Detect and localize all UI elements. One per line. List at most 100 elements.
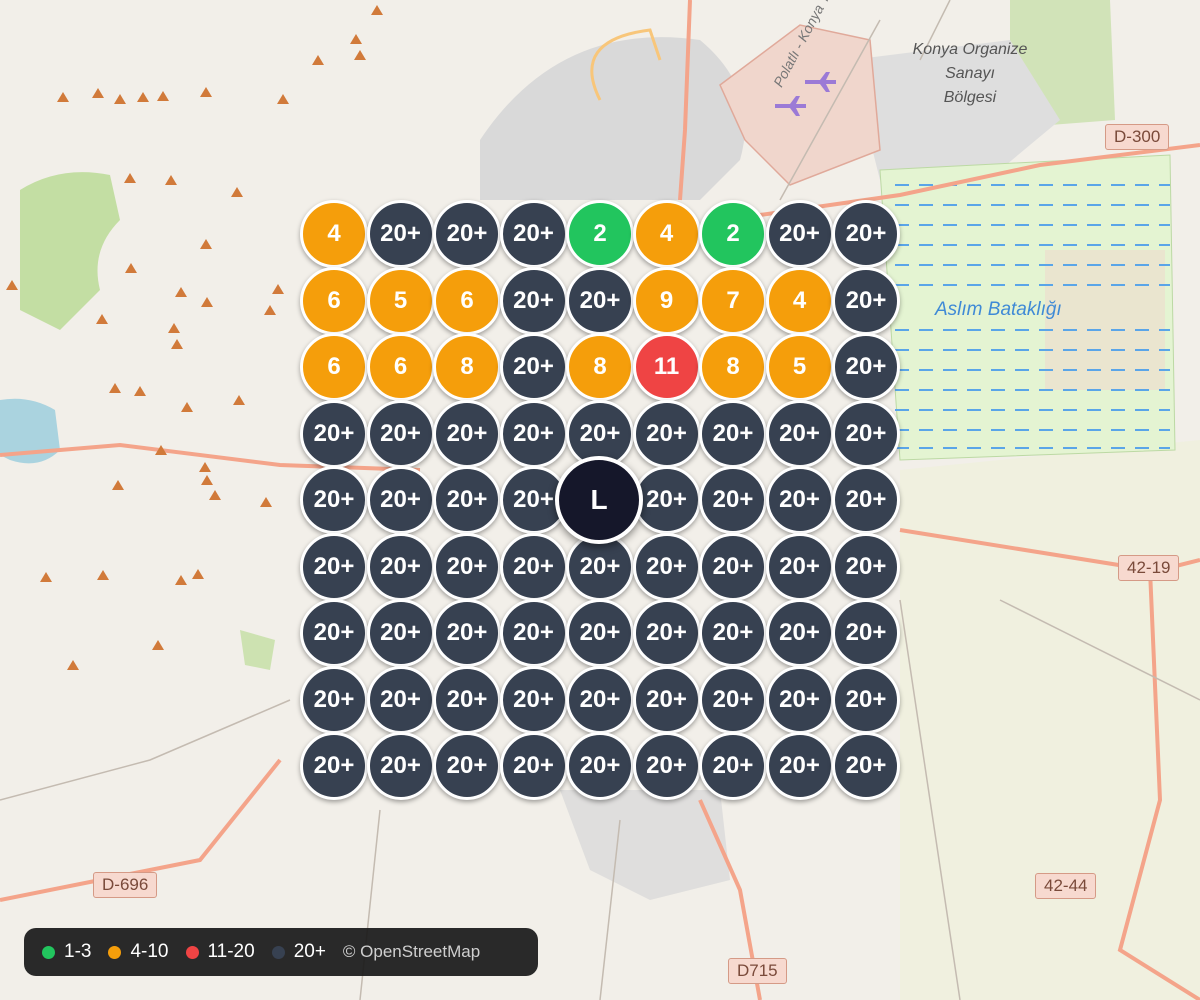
rank-pin[interactable]: 20+ [300,732,368,800]
rank-pin[interactable]: 20+ [832,532,900,601]
rank-pin[interactable]: 6 [433,266,501,335]
rank-pin[interactable]: 20+ [499,266,568,335]
rank-pin[interactable]: 20+ [699,599,767,667]
rank-pin-value: 20+ [579,286,621,314]
rank-pin[interactable]: 20+ [499,333,568,401]
rank-pin[interactable]: 8 [433,333,501,401]
rank-pin[interactable]: 8 [699,333,767,401]
rank-pin[interactable]: 20+ [632,532,701,601]
rank-pin[interactable]: 20+ [366,399,435,468]
rank-pin[interactable]: 20+ [699,665,767,734]
rank-pin[interactable]: 20+ [300,599,368,667]
rank-pin[interactable]: 20+ [366,599,435,667]
rank-pin[interactable]: 20+ [566,266,634,335]
rank-pin[interactable]: 20+ [300,399,368,468]
rank-pin-value: 20+ [845,220,887,247]
rank-pin[interactable]: 20+ [366,200,435,268]
rank-pin[interactable]: 20+ [433,200,501,268]
rank-pin[interactable]: 20+ [765,665,834,734]
rank-pin[interactable]: 20+ [366,466,435,534]
rank-pin[interactable]: 4 [765,266,834,335]
rank-pin-value: 9 [659,286,674,314]
center-pin-label: L [590,484,608,515]
rank-pin[interactable]: 20+ [832,599,900,667]
rank-pin-value: 20+ [779,552,820,580]
center-location-pin[interactable]: L [555,456,643,544]
rank-pin-value: 20+ [646,419,687,447]
rank-pin[interactable]: 20+ [300,466,368,534]
rank-pin-value: 20+ [712,752,754,779]
rank-pin[interactable]: 20+ [566,665,634,734]
rank-pin-value: 8 [593,353,607,380]
legend: 1-3 4-10 11-20 20+ © OpenStreetMap [24,928,538,976]
rank-pin[interactable]: 20+ [499,732,568,800]
legend-label: 11-20 [207,941,255,962]
rank-pin[interactable]: 20+ [832,266,900,335]
rank-pin[interactable]: 11 [632,333,701,401]
rank-pin[interactable]: 20+ [699,732,767,800]
rank-pin-value: 20+ [712,685,754,713]
rank-pin[interactable]: 20+ [366,732,435,800]
rank-pin[interactable]: 20+ [433,399,501,468]
rank-pin[interactable]: 20+ [499,200,568,268]
rank-pin[interactable]: 20+ [632,665,701,734]
rank-pin[interactable]: 20+ [765,532,834,601]
rank-pin[interactable]: 20+ [499,665,568,734]
rank-pin-value: 20+ [380,552,421,580]
rank-pin-value: 20+ [845,353,887,380]
rank-pin[interactable]: 20+ [566,732,634,800]
rank-pin-value: 20+ [845,685,887,713]
rank-pin[interactable]: 20+ [632,399,701,468]
rank-pin[interactable]: 20+ [433,466,501,534]
rank-pin[interactable]: 20+ [765,200,834,268]
rank-pin[interactable]: 20+ [433,599,501,667]
rank-pin-value: 20+ [513,685,554,713]
rank-pin[interactable]: 20+ [433,732,501,800]
rank-pin[interactable]: 4 [300,200,368,268]
rank-pin[interactable]: 20+ [832,333,900,401]
rank-pin-value: 20+ [779,486,820,513]
rank-pin[interactable]: 4 [632,200,701,268]
rank-pin[interactable]: 20+ [765,466,834,534]
rank-pin[interactable]: 20+ [832,466,900,534]
rank-pin-value: 20+ [380,752,421,779]
rank-pin-value: 20+ [513,220,554,247]
rank-pin-value: 20+ [779,752,820,779]
rank-pin[interactable]: 20+ [300,665,368,734]
rank-pin[interactable]: 20+ [433,665,501,734]
rank-pin[interactable]: 20+ [699,466,767,534]
rank-pin[interactable]: 20+ [566,599,634,667]
rank-pin[interactable]: 2 [699,200,767,268]
rank-pin[interactable]: 20+ [499,599,568,667]
rank-pin[interactable]: 20+ [832,732,900,800]
rank-pin[interactable]: 20+ [765,399,834,468]
rank-pin[interactable]: 20+ [832,200,900,268]
rank-pin[interactable]: 2 [566,200,634,268]
rank-pin[interactable]: 20+ [765,599,834,667]
rank-pin[interactable]: 7 [699,266,767,335]
rank-pin[interactable]: 20+ [765,732,834,800]
rank-pin[interactable]: 6 [366,333,435,401]
rank-pin[interactable]: 20+ [300,532,368,601]
rank-pin-value: 20+ [579,752,621,779]
rank-pin[interactable]: 20+ [832,665,900,734]
rank-pin[interactable]: 20+ [832,399,900,468]
attribution-link[interactable]: © OpenStreetMap [343,942,480,962]
rank-pin[interactable]: 20+ [632,732,701,800]
rank-pin[interactable]: 5 [765,333,834,401]
legend-dot-red [185,945,199,959]
rank-pin[interactable]: 20+ [499,399,568,468]
rank-pin[interactable]: 20+ [699,399,767,468]
rank-pin[interactable]: 20+ [366,532,435,601]
rank-pin[interactable]: 20+ [366,665,435,734]
rank-pin[interactable]: 20+ [433,532,501,601]
rank-pin[interactable]: 6 [300,333,368,401]
rank-pin[interactable]: 8 [566,333,634,401]
rank-pin[interactable]: 9 [632,266,701,335]
rank-pin[interactable]: 20+ [699,532,767,601]
rank-pin[interactable]: 20+ [632,599,701,667]
rank-pin[interactable]: 6 [300,266,368,335]
rank-pin[interactable]: 5 [366,266,435,335]
rank-pin-value: 20+ [313,486,355,513]
rank-pin[interactable]: 20+ [499,532,568,601]
